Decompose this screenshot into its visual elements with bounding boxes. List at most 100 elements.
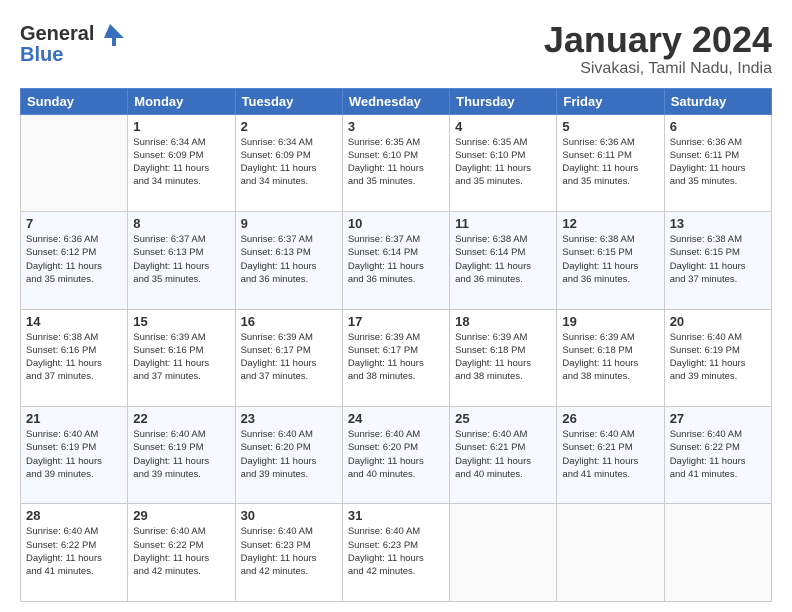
calendar-cell: 21 Sunrise: 6:40 AM Sunset: 6:19 PM Dayli…	[21, 407, 128, 504]
day-info: Sunrise: 6:39 AM Sunset: 6:17 PM Dayligh…	[241, 331, 337, 384]
day-number: 4	[455, 119, 551, 134]
logo-bird-icon	[96, 20, 124, 48]
calendar-cell: 27Sunrise: 6:40 AM Sunset: 6:22 PM Dayli…	[664, 407, 771, 504]
calendar-cell: 6 Sunrise: 6:36 AM Sunset: 6:11 PM Daylig…	[664, 114, 771, 211]
week-row-5: 28 Sunrise: 6:40 AM Sunset: 6:22 PM Dayli…	[21, 504, 772, 602]
day-number: 21	[26, 411, 122, 426]
weekday-header-sunday: Sunday	[21, 88, 128, 114]
day-number: 2	[241, 119, 337, 134]
logo: General Blue	[20, 20, 124, 67]
day-info: Sunrise: 6:39 AM Sunset: 6:18 PM Dayligh…	[455, 331, 551, 384]
day-number: 22	[133, 411, 229, 426]
calendar-cell: 11 Sunrise: 6:38 AM Sunset: 6:14 PM Dayli…	[450, 212, 557, 309]
calendar-title: January 2024	[544, 20, 772, 60]
calendar-cell: 26 Sunrise: 6:40 AM Sunset: 6:21 PM Dayli…	[557, 407, 664, 504]
day-number: 24	[348, 411, 444, 426]
calendar-table: SundayMondayTuesdayWednesdayThursdayFrid…	[20, 88, 772, 602]
calendar-cell: 29 Sunrise: 6:40 AM Sunset: 6:22 PM Dayli…	[128, 504, 235, 602]
day-number: 28	[26, 508, 122, 523]
day-number: 7	[26, 216, 122, 231]
logo-general-text: General	[20, 23, 94, 46]
day-number: 15	[133, 314, 229, 329]
calendar-cell: 22Sunrise: 6:40 AM Sunset: 6:19 PM Dayli…	[128, 407, 235, 504]
calendar-cell: 10 Sunrise: 6:37 AM Sunset: 6:14 PM Dayli…	[342, 212, 449, 309]
calendar-cell: 2Sunrise: 6:34 AM Sunset: 6:09 PM Daylig…	[235, 114, 342, 211]
day-number: 31	[348, 508, 444, 523]
day-number: 5	[562, 119, 658, 134]
week-row-4: 21 Sunrise: 6:40 AM Sunset: 6:19 PM Dayli…	[21, 407, 772, 504]
day-info: Sunrise: 6:36 AM Sunset: 6:11 PM Dayligh…	[670, 136, 766, 189]
day-info: Sunrise: 6:39 AM Sunset: 6:18 PM Dayligh…	[562, 331, 658, 384]
day-number: 26	[562, 411, 658, 426]
day-info: Sunrise: 6:38 AM Sunset: 6:15 PM Dayligh…	[670, 233, 766, 286]
calendar-cell: 1 Sunrise: 6:34 AM Sunset: 6:09 PM Daylig…	[128, 114, 235, 211]
calendar-cell: 17Sunrise: 6:39 AM Sunset: 6:17 PM Dayli…	[342, 309, 449, 406]
day-info: Sunrise: 6:38 AM Sunset: 6:14 PM Dayligh…	[455, 233, 551, 286]
day-info: Sunrise: 6:40 AM Sunset: 6:19 PM Dayligh…	[26, 428, 122, 481]
day-number: 10	[348, 216, 444, 231]
day-info: Sunrise: 6:36 AM Sunset: 6:11 PM Dayligh…	[562, 136, 658, 189]
day-number: 19	[562, 314, 658, 329]
calendar-cell: 18Sunrise: 6:39 AM Sunset: 6:18 PM Dayli…	[450, 309, 557, 406]
weekday-header-monday: Monday	[128, 88, 235, 114]
weekday-header-row: SundayMondayTuesdayWednesdayThursdayFrid…	[21, 88, 772, 114]
day-number: 11	[455, 216, 551, 231]
calendar-cell: 15 Sunrise: 6:39 AM Sunset: 6:16 PM Dayli…	[128, 309, 235, 406]
logo-blue-text: Blue	[20, 44, 63, 67]
calendar-cell: 20Sunrise: 6:40 AM Sunset: 6:19 PM Dayli…	[664, 309, 771, 406]
calendar-cell: 16Sunrise: 6:39 AM Sunset: 6:17 PM Dayli…	[235, 309, 342, 406]
day-info: Sunrise: 6:36 AM Sunset: 6:12 PM Dayligh…	[26, 233, 122, 286]
day-info: Sunrise: 6:40 AM Sunset: 6:23 PM Dayligh…	[348, 525, 444, 578]
day-info: Sunrise: 6:40 AM Sunset: 6:23 PM Dayligh…	[241, 525, 337, 578]
calendar-cell: 31 Sunrise: 6:40 AM Sunset: 6:23 PM Dayli…	[342, 504, 449, 602]
calendar-cell: 7 Sunrise: 6:36 AM Sunset: 6:12 PM Daylig…	[21, 212, 128, 309]
calendar-cell: 28 Sunrise: 6:40 AM Sunset: 6:22 PM Dayli…	[21, 504, 128, 602]
day-number: 3	[348, 119, 444, 134]
week-row-3: 14 Sunrise: 6:38 AM Sunset: 6:16 PM Dayli…	[21, 309, 772, 406]
calendar-cell: 5 Sunrise: 6:36 AM Sunset: 6:11 PM Daylig…	[557, 114, 664, 211]
day-number: 25	[455, 411, 551, 426]
day-number: 1	[133, 119, 229, 134]
day-info: Sunrise: 6:39 AM Sunset: 6:16 PM Dayligh…	[133, 331, 229, 384]
day-number: 23	[241, 411, 337, 426]
calendar-cell: 13 Sunrise: 6:38 AM Sunset: 6:15 PM Dayli…	[664, 212, 771, 309]
calendar-cell: 8 Sunrise: 6:37 AM Sunset: 6:13 PM Daylig…	[128, 212, 235, 309]
calendar-cell: 3 Sunrise: 6:35 AM Sunset: 6:10 PM Daylig…	[342, 114, 449, 211]
day-info: Sunrise: 6:40 AM Sunset: 6:20 PM Dayligh…	[241, 428, 337, 481]
day-info: Sunrise: 6:40 AM Sunset: 6:19 PM Dayligh…	[670, 331, 766, 384]
header: General Blue January 2024 Sivakasi, Tami…	[20, 20, 772, 78]
calendar-cell: 4 Sunrise: 6:35 AM Sunset: 6:10 PM Daylig…	[450, 114, 557, 211]
day-info: Sunrise: 6:40 AM Sunset: 6:22 PM Dayligh…	[133, 525, 229, 578]
day-info: Sunrise: 6:40 AM Sunset: 6:22 PM Dayligh…	[26, 525, 122, 578]
calendar-cell: 12Sunrise: 6:38 AM Sunset: 6:15 PM Dayli…	[557, 212, 664, 309]
weekday-header-tuesday: Tuesday	[235, 88, 342, 114]
calendar-cell	[21, 114, 128, 211]
weekday-header-thursday: Thursday	[450, 88, 557, 114]
day-info: Sunrise: 6:37 AM Sunset: 6:13 PM Dayligh…	[133, 233, 229, 286]
day-number: 29	[133, 508, 229, 523]
day-info: Sunrise: 6:35 AM Sunset: 6:10 PM Dayligh…	[455, 136, 551, 189]
day-number: 6	[670, 119, 766, 134]
day-info: Sunrise: 6:40 AM Sunset: 6:21 PM Dayligh…	[562, 428, 658, 481]
day-info: Sunrise: 6:37 AM Sunset: 6:14 PM Dayligh…	[348, 233, 444, 286]
calendar-cell	[664, 504, 771, 602]
day-info: Sunrise: 6:39 AM Sunset: 6:17 PM Dayligh…	[348, 331, 444, 384]
day-info: Sunrise: 6:38 AM Sunset: 6:15 PM Dayligh…	[562, 233, 658, 286]
weekday-header-saturday: Saturday	[664, 88, 771, 114]
day-info: Sunrise: 6:34 AM Sunset: 6:09 PM Dayligh…	[133, 136, 229, 189]
calendar-cell: 30Sunrise: 6:40 AM Sunset: 6:23 PM Dayli…	[235, 504, 342, 602]
week-row-1: 1 Sunrise: 6:34 AM Sunset: 6:09 PM Daylig…	[21, 114, 772, 211]
calendar-cell: 25Sunrise: 6:40 AM Sunset: 6:21 PM Dayli…	[450, 407, 557, 504]
day-number: 14	[26, 314, 122, 329]
calendar-subtitle: Sivakasi, Tamil Nadu, India	[544, 60, 772, 78]
day-number: 13	[670, 216, 766, 231]
calendar-cell: 14 Sunrise: 6:38 AM Sunset: 6:16 PM Dayli…	[21, 309, 128, 406]
calendar-cell: 19 Sunrise: 6:39 AM Sunset: 6:18 PM Dayli…	[557, 309, 664, 406]
day-info: Sunrise: 6:38 AM Sunset: 6:16 PM Dayligh…	[26, 331, 122, 384]
calendar-cell	[450, 504, 557, 602]
day-number: 8	[133, 216, 229, 231]
day-info: Sunrise: 6:35 AM Sunset: 6:10 PM Dayligh…	[348, 136, 444, 189]
day-number: 27	[670, 411, 766, 426]
calendar-cell: 9Sunrise: 6:37 AM Sunset: 6:13 PM Daylig…	[235, 212, 342, 309]
calendar-cell: 24Sunrise: 6:40 AM Sunset: 6:20 PM Dayli…	[342, 407, 449, 504]
